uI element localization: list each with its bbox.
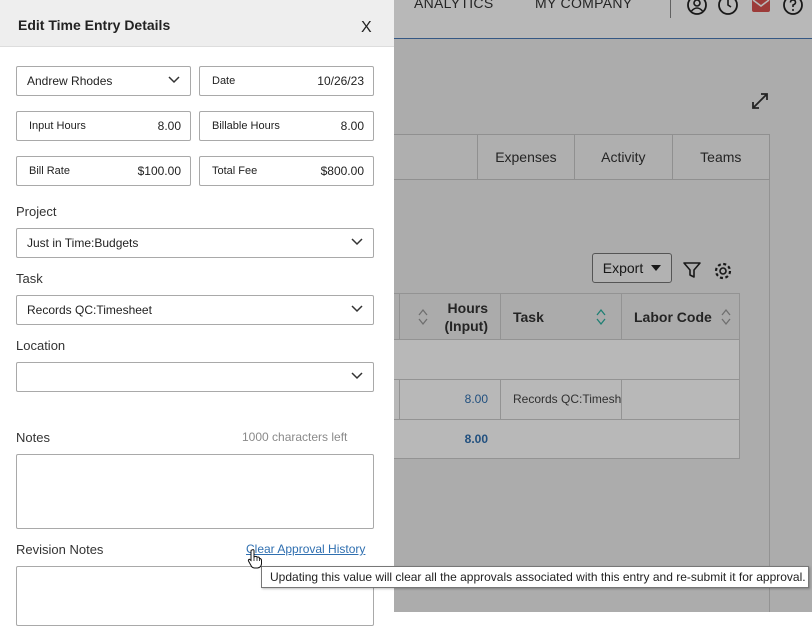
location-select[interactable] <box>16 362 374 392</box>
chevron-down-icon <box>168 76 180 84</box>
employee-value: Andrew Rhodes <box>27 74 113 88</box>
chevron-down-icon <box>351 372 363 380</box>
chevron-down-icon <box>351 238 363 246</box>
task-value: Records QC:Timesheet <box>27 303 152 317</box>
project-label: Project <box>16 204 57 219</box>
bill-rate-label: Bill Rate <box>29 165 70 177</box>
close-button[interactable]: X <box>361 19 372 37</box>
project-select[interactable]: Just in Time:Budgets <box>16 228 374 258</box>
clear-approval-history-link[interactable]: Clear Approval History <box>246 542 365 556</box>
date-value: 10/26/23 <box>317 74 364 88</box>
notes-characters-left: 1000 characters left <box>242 430 348 444</box>
chevron-down-icon <box>351 305 363 313</box>
project-value: Just in Time:Budgets <box>27 236 139 250</box>
input-hours-label: Input Hours <box>29 120 86 132</box>
approval-warning-tooltip: Updating this value will clear all the a… <box>261 566 809 588</box>
input-hours-field[interactable]: Input Hours 8.00 <box>16 111 191 141</box>
bill-rate-field[interactable]: Bill Rate $100.00 <box>16 156 191 186</box>
date-label: Date <box>212 75 236 87</box>
billable-hours-value: 8.00 <box>340 119 364 133</box>
total-fee-value: $800.00 <box>320 164 364 178</box>
revision-notes-label: Revision Notes <box>16 542 104 557</box>
input-hours-value: 8.00 <box>157 119 181 133</box>
date-field[interactable]: Date 10/26/23 <box>199 66 374 96</box>
total-fee-field[interactable]: Total Fee $800.00 <box>199 156 374 186</box>
notes-textarea[interactable] <box>16 454 374 529</box>
bill-rate-value: $100.00 <box>137 164 181 178</box>
total-fee-label: Total Fee <box>212 165 258 177</box>
employee-select[interactable]: Andrew Rhodes <box>16 66 191 96</box>
panel-header: Edit Time Entry Details X <box>0 0 394 47</box>
location-label: Location <box>16 338 66 353</box>
billable-hours-field[interactable]: Billable Hours 8.00 <box>199 111 374 141</box>
panel-title: Edit Time Entry Details <box>18 17 171 33</box>
notes-label: Notes <box>16 430 50 445</box>
task-select[interactable]: Records QC:Timesheet <box>16 295 374 325</box>
task-label: Task <box>16 271 43 286</box>
edit-time-entry-panel: Edit Time Entry Details X Andrew Rhodes … <box>0 0 394 626</box>
billable-hours-label: Billable Hours <box>212 120 280 132</box>
hand-cursor-icon <box>247 549 262 569</box>
